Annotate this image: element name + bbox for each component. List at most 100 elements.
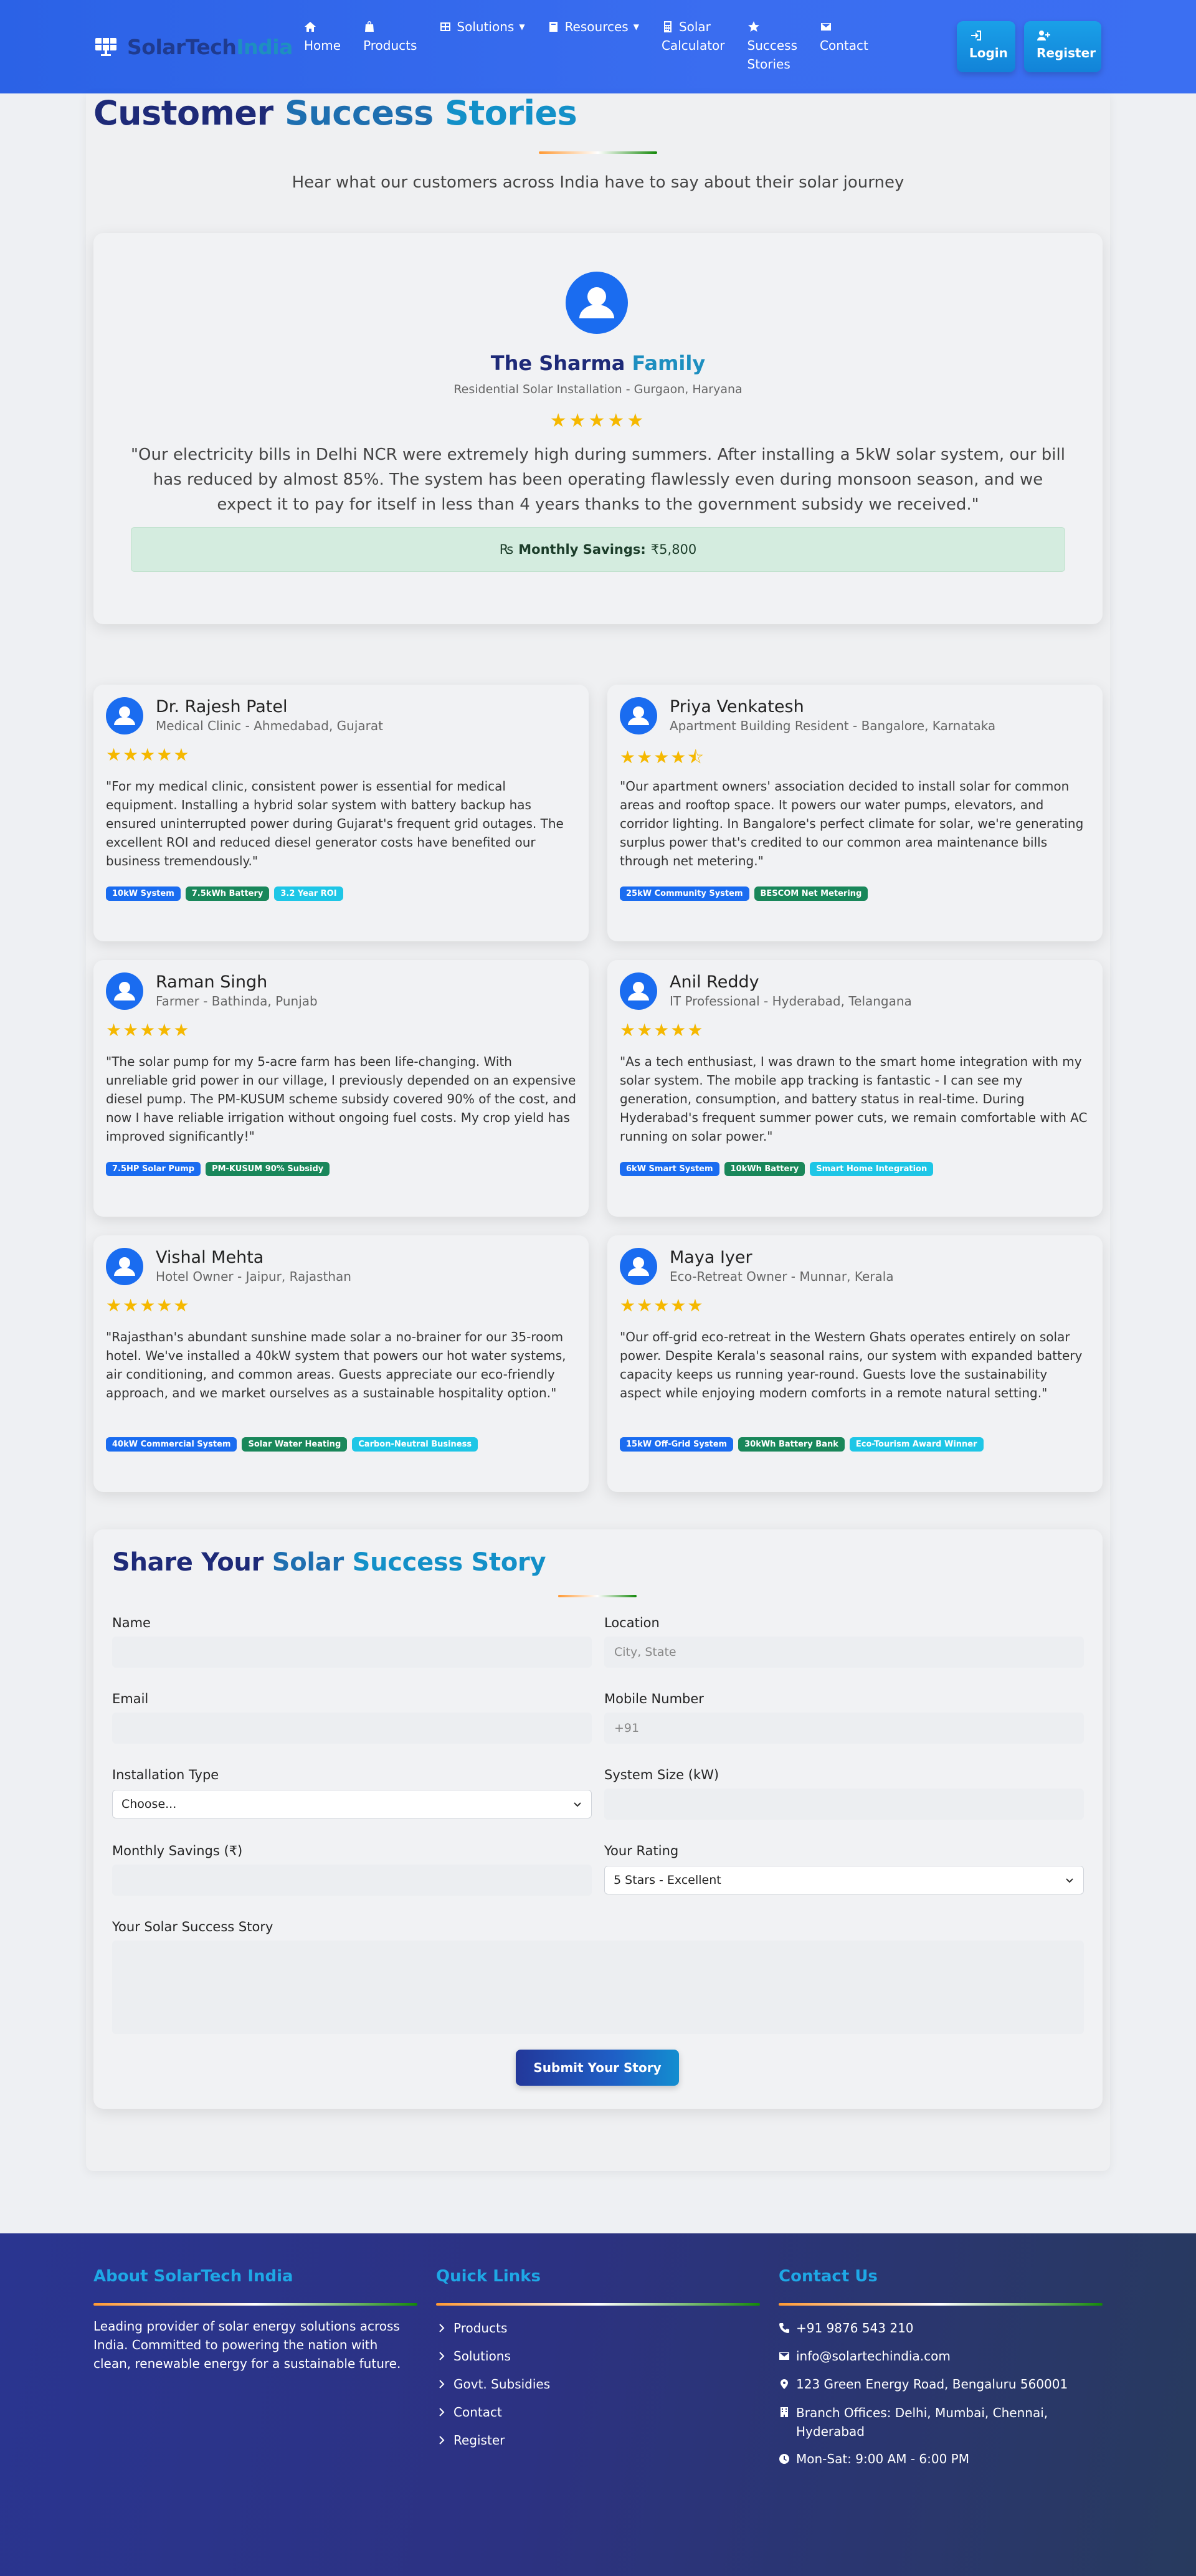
avatar xyxy=(620,1248,657,1285)
email-input[interactable] xyxy=(112,1713,592,1744)
footer-hours: Mon-Sat: 9:00 AM - 6:00 PM xyxy=(779,2445,1103,2473)
monthly-savings-input[interactable] xyxy=(112,1865,592,1896)
featured-testimonial: The Sharma Family Residential Solar Inst… xyxy=(93,233,1103,624)
nav-success-stories[interactable]: Success Stories xyxy=(736,17,809,74)
testimonial-card: Dr. Rajesh Patel Medical Clinic - Ahmedab… xyxy=(93,685,589,941)
footer-link-solutions[interactable]: Solutions xyxy=(436,2342,760,2370)
rating-select[interactable]: 5 Stars - Excellent xyxy=(604,1866,1084,1894)
footer-link-register[interactable]: Register xyxy=(436,2426,760,2455)
chevron-down-icon: ▼ xyxy=(633,22,639,31)
star-rating: ★★★★★ xyxy=(549,410,647,432)
nav-solutions[interactable]: Solutions ▼ xyxy=(428,17,536,74)
user-icon xyxy=(628,706,649,725)
monthly-savings-label: Monthly Savings (₹) xyxy=(112,1843,243,1858)
location-label: Location xyxy=(604,1615,660,1630)
testimonial-card: Raman Singh Farmer - Bathinda, Punjab ★★★★… xyxy=(93,960,589,1217)
tricolor-divider xyxy=(558,1595,637,1597)
sign-in-icon xyxy=(971,31,981,40)
avatar xyxy=(106,1248,143,1285)
register-button[interactable]: Register xyxy=(1024,21,1101,72)
customer-name: Vishal Mehta xyxy=(156,1248,264,1267)
customer-name: Raman Singh xyxy=(156,972,268,992)
mobile-input[interactable]: +91 xyxy=(604,1713,1084,1744)
user-icon xyxy=(628,982,649,1000)
footer-email: info@solartechindia.com xyxy=(779,2342,1103,2370)
tag-list: 6kW Smart System 10kWh Battery Smart Home … xyxy=(620,1162,934,1176)
name-input[interactable] xyxy=(112,1637,592,1668)
form-title: Share Your Solar Success Story xyxy=(112,1548,546,1577)
testimonial-quote: "The solar pump for my 5-acre farm has b… xyxy=(106,1054,576,1144)
featured-quote: "Our electricity bills in Delhi NCR were… xyxy=(131,445,1065,514)
nav-contact[interactable]: Contact xyxy=(809,17,880,74)
footer-link-subsidies[interactable]: Govt. Subsidies xyxy=(436,2370,760,2398)
feature-tag: 7.5HP Solar Pump xyxy=(106,1162,201,1176)
footer-link-products[interactable]: Products xyxy=(436,2314,760,2342)
story-textarea[interactable] xyxy=(112,1941,1084,2034)
phone-icon xyxy=(779,2323,789,2333)
nav-resources[interactable]: Resources ▼ xyxy=(536,17,650,74)
testimonial-card: Priya Venkatesh Apartment Building Reside… xyxy=(607,685,1103,941)
rating-label: Your Rating xyxy=(604,1843,679,1858)
featured-role: Residential Solar Installation - Gurgaon… xyxy=(453,383,743,396)
footer-link-contact[interactable]: Contact xyxy=(436,2398,760,2426)
name-label: Name xyxy=(112,1615,151,1630)
savings-badge: ₨ Monthly Savings: ₹5,800 xyxy=(131,527,1065,572)
page-subtitle: Hear what our customers across India hav… xyxy=(292,173,904,192)
chevron-down-icon: ▼ xyxy=(519,22,525,31)
footer-about-title: About SolarTech India xyxy=(93,2267,293,2286)
star-rating: ★★★★★ xyxy=(106,744,191,765)
envelope-icon xyxy=(821,23,832,31)
user-icon xyxy=(114,982,135,1000)
tag-list: 25kW Community System BESCOM Net Metering xyxy=(620,886,868,901)
feature-tag: 40kW Commercial System xyxy=(106,1437,237,1452)
email-label: Email xyxy=(112,1691,149,1706)
star-icon xyxy=(748,21,759,32)
chevron-right-icon xyxy=(439,2408,445,2417)
home-icon xyxy=(305,22,316,32)
system-size-label: System Size (kW) xyxy=(604,1767,719,1782)
envelope-icon xyxy=(779,2352,789,2360)
star-rating: ★★★★★ xyxy=(620,1295,705,1316)
user-plus-icon xyxy=(1037,31,1050,40)
avatar xyxy=(566,272,628,334)
star-rating: ★★★★★ xyxy=(106,1295,191,1316)
rupee-icon: ₨ xyxy=(499,542,514,557)
star-rating: ★★★★★ xyxy=(106,1020,191,1040)
installation-type-label: Installation Type xyxy=(112,1767,219,1782)
login-button[interactable]: Login xyxy=(957,21,1015,72)
testimonial-quote: "Rajasthan's abundant sunshine made sola… xyxy=(106,1329,566,1400)
submit-story-button[interactable]: Submit Your Story xyxy=(516,2050,679,2086)
nav-solar-calculator[interactable]: Solar Calculator xyxy=(650,17,736,74)
chevron-right-icon xyxy=(439,2436,445,2445)
shopping-bag-icon xyxy=(365,21,374,32)
installation-type-select[interactable]: Choose... xyxy=(112,1790,592,1818)
nav-home[interactable]: Home xyxy=(293,17,352,74)
footer-phone: +91 9876 543 210 xyxy=(779,2314,1103,2342)
user-icon xyxy=(114,1257,135,1276)
user-icon xyxy=(114,706,135,725)
story-label: Your Solar Success Story xyxy=(112,1919,273,1934)
testimonial-quote: "As a tech enthusiast, I was drawn to th… xyxy=(620,1054,1088,1144)
location-input[interactable]: City, State xyxy=(604,1637,1084,1668)
feature-tag: PM-KUSUM 90% Subsidy xyxy=(206,1162,330,1176)
footer-contact: Contact Us +91 9876 543 210 info@solarte… xyxy=(779,2267,1103,2473)
footer-about-text: Leading provider of solar energy solutio… xyxy=(93,2319,401,2371)
tricolor-divider xyxy=(93,2303,417,2306)
footer-branches: Branch Offices: Delhi, Mumbai, Chennai, … xyxy=(779,2398,1103,2445)
customer-role: IT Professional - Hyderabad, Telangana xyxy=(670,994,912,1009)
feature-tag: BESCOM Net Metering xyxy=(754,886,868,901)
chevron-down-icon xyxy=(1066,1878,1073,1883)
brand-logo[interactable]: SolarTechIndia xyxy=(93,32,293,61)
system-size-input[interactable] xyxy=(604,1789,1084,1820)
mobile-label: Mobile Number xyxy=(604,1691,704,1706)
feature-tag: 30kWh Battery Bank xyxy=(738,1437,845,1452)
customer-role: Farmer - Bathinda, Punjab xyxy=(156,994,318,1009)
avatar xyxy=(106,697,143,734)
feature-tag: 25kW Community System xyxy=(620,886,749,901)
feature-tag: Smart Home Integration xyxy=(810,1162,934,1176)
testimonial-card: Vishal Mehta Hotel Owner - Jaipur, Rajast… xyxy=(93,1235,589,1492)
nav-products[interactable]: Products xyxy=(352,17,428,74)
feature-tag: Carbon-Neutral Business xyxy=(352,1437,478,1452)
share-story-form: Share Your Solar Success Story Name Loca… xyxy=(93,1529,1103,2109)
customer-role: Apartment Building Resident - Bangalore,… xyxy=(670,718,996,733)
